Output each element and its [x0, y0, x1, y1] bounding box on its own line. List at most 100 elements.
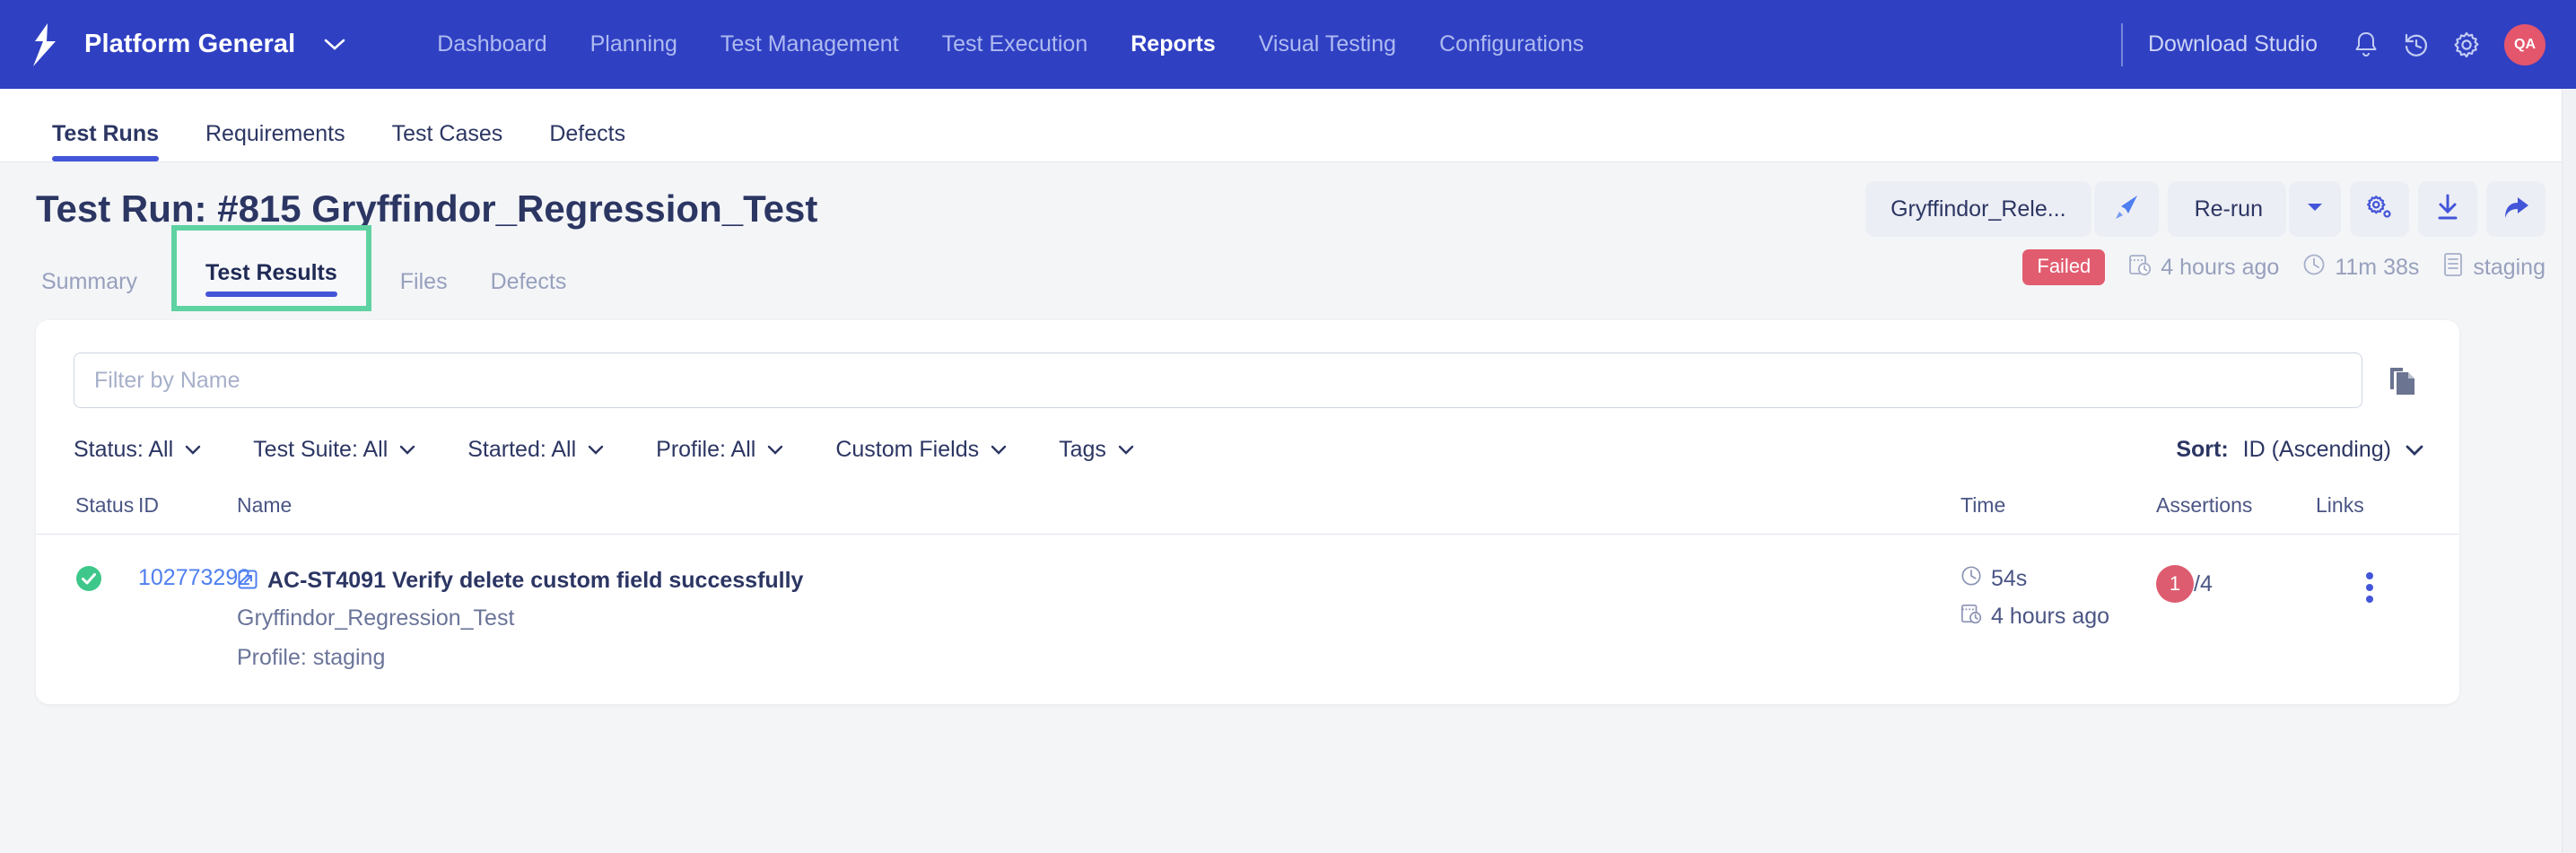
column-header-id: ID [138, 493, 159, 517]
filter-test-suite[interactable]: Test Suite: All [253, 437, 444, 463]
column-header-name: Name [237, 493, 293, 517]
download-icon [2435, 194, 2460, 225]
page-body: Test Run: #815 Gryffindor_Regression_Tes… [0, 162, 2576, 704]
row-started: 4 hours ago [1960, 602, 2156, 631]
clock-icon [2302, 253, 2326, 283]
tab-test-results[interactable]: Test Results [184, 260, 359, 306]
list-profile-icon [2442, 252, 2464, 283]
filter-tags-label: Tags [1059, 437, 1106, 462]
meta-started-text: 4 hours ago [2161, 254, 2280, 280]
row-id-link[interactable]: 102773292 [138, 565, 250, 590]
filter-row [36, 320, 2459, 408]
filter-profile[interactable]: Profile: All [656, 437, 812, 463]
release-selector-button[interactable]: Gryffindor_Rele... [1865, 181, 2091, 237]
external-link-icon[interactable] [237, 568, 258, 598]
history-icon[interactable] [2391, 20, 2441, 70]
nav-divider [2120, 22, 2123, 66]
clock-icon [1960, 565, 1982, 593]
meta-duration-text: 11m 38s [2335, 254, 2420, 280]
nav-item-dashboard[interactable]: Dashboard [415, 31, 568, 57]
share-arrow-icon [2502, 194, 2529, 225]
meta-started: 4 hours ago [2128, 252, 2279, 283]
share-button[interactable] [2486, 181, 2545, 237]
rerun-group: Re-run [2167, 181, 2341, 237]
brand-switcher[interactable]: Platform General [27, 22, 345, 68]
chevron-down-icon [767, 445, 783, 455]
row-started-text: 4 hours ago [1991, 604, 2110, 629]
release-selector-label: Gryffindor_Rele... [1891, 196, 2066, 222]
detail-tabs: Summary Test Results Files Defects [20, 225, 589, 311]
page-title: Test Run: #815 Gryffindor_Regression_Tes… [36, 187, 818, 230]
table-row[interactable]: 102773292 AC-ST4091 Verify delete custom… [36, 535, 2459, 704]
filter-tags[interactable]: Tags [1059, 437, 1163, 463]
gear-icon[interactable] [2441, 20, 2492, 70]
filter-status[interactable]: Status: All [74, 437, 230, 463]
row-name-cell: AC-ST4091 Verify delete custom field suc… [237, 565, 1960, 677]
filter-custom-fields-label: Custom Fields [835, 437, 980, 462]
tab-test-cases[interactable]: Test Cases [369, 121, 527, 161]
copy-icon[interactable] [2382, 360, 2423, 401]
download-studio-link[interactable]: Download Studio [2148, 31, 2318, 57]
row-time-cell: 54s 4 hours ago [1960, 565, 2156, 631]
sort-value: ID (Ascending) [2242, 437, 2391, 462]
detail-tabs-row: Summary Test Results Files Defects Faile… [0, 225, 2576, 311]
search-input[interactable] [74, 353, 2362, 408]
vertical-scrollbar[interactable] [2562, 89, 2576, 853]
meta-duration: 11m 38s [2302, 253, 2419, 283]
row-status-icon-cell [75, 565, 138, 596]
gears-icon [2366, 194, 2393, 225]
caret-down-icon [2307, 201, 2323, 217]
nav-item-planning[interactable]: Planning [569, 31, 699, 57]
column-header-status: Status [75, 493, 135, 517]
rerun-label: Re-run [2194, 196, 2263, 222]
run-meta: Failed 4 hours ago 11m 38s staging [2022, 249, 2545, 292]
column-header-time: Time [1960, 493, 2006, 517]
nav-item-test-execution[interactable]: Test Execution [921, 31, 1110, 57]
avatar[interactable]: QA [2504, 23, 2545, 65]
chevron-down-icon [1118, 445, 1134, 455]
settings-button[interactable] [2350, 181, 2409, 237]
section-tabs: Test Runs Requirements Test Cases Defect… [0, 89, 2576, 162]
nav-item-visual-testing[interactable]: Visual Testing [1237, 31, 1418, 57]
status-badge: Failed [2022, 249, 2106, 285]
chevron-down-icon [2406, 445, 2423, 456]
send-release-button[interactable] [2093, 181, 2159, 237]
tab-files[interactable]: Files [379, 269, 469, 311]
column-header-links: Links [2316, 493, 2364, 517]
filter-dropdowns: Status: All Test Suite: All Started: All… [36, 408, 2459, 463]
column-header-assertions: Assertions [2156, 493, 2253, 517]
nav-right-cluster: Download Studio QA [2112, 20, 2545, 70]
rocket-send-icon [2112, 193, 2141, 226]
rerun-dropdown-button[interactable] [2289, 181, 2341, 237]
tab-test-runs[interactable]: Test Runs [29, 121, 182, 161]
sort-dropdown[interactable]: Sort: ID (Ascending) [2176, 437, 2423, 463]
check-circle-icon [75, 566, 102, 596]
filter-test-suite-label: Test Suite: All [253, 437, 389, 462]
row-name-text: AC-ST4091 Verify delete custom field suc… [267, 568, 804, 593]
results-card: Status: All Test Suite: All Started: All… [36, 320, 2459, 704]
tab-summary[interactable]: Summary [20, 269, 159, 311]
sort-label: Sort: [2176, 437, 2229, 462]
tab-defects-detail[interactable]: Defects [469, 269, 589, 311]
dot [2366, 584, 2373, 591]
nav-item-reports[interactable]: Reports [1109, 31, 1236, 57]
tab-requirements[interactable]: Requirements [182, 121, 369, 161]
filter-custom-fields[interactable]: Custom Fields [835, 437, 1035, 463]
row-suite-text: Gryffindor_Regression_Test [237, 605, 515, 631]
nav-item-configurations[interactable]: Configurations [1418, 31, 1605, 57]
bell-icon[interactable] [2341, 20, 2391, 70]
dot [2366, 572, 2373, 579]
row-profile-text: Profile: staging [237, 645, 386, 670]
download-button[interactable] [2418, 181, 2477, 237]
calendar-clock-icon [1960, 602, 1982, 631]
header-actions: Gryffindor_Rele... Re-run [1865, 181, 2545, 237]
chevron-down-icon[interactable] [324, 39, 345, 51]
filter-started[interactable]: Started: All [467, 437, 633, 463]
row-duration: 54s [1960, 565, 2156, 593]
chevron-down-icon [991, 445, 1007, 455]
nav-item-test-management[interactable]: Test Management [699, 31, 921, 57]
row-more-menu-icon[interactable] [2316, 565, 2423, 603]
tab-defects[interactable]: Defects [526, 121, 649, 161]
rerun-button[interactable]: Re-run [2167, 181, 2286, 237]
assertions-failed-badge: 1 [2156, 565, 2194, 603]
